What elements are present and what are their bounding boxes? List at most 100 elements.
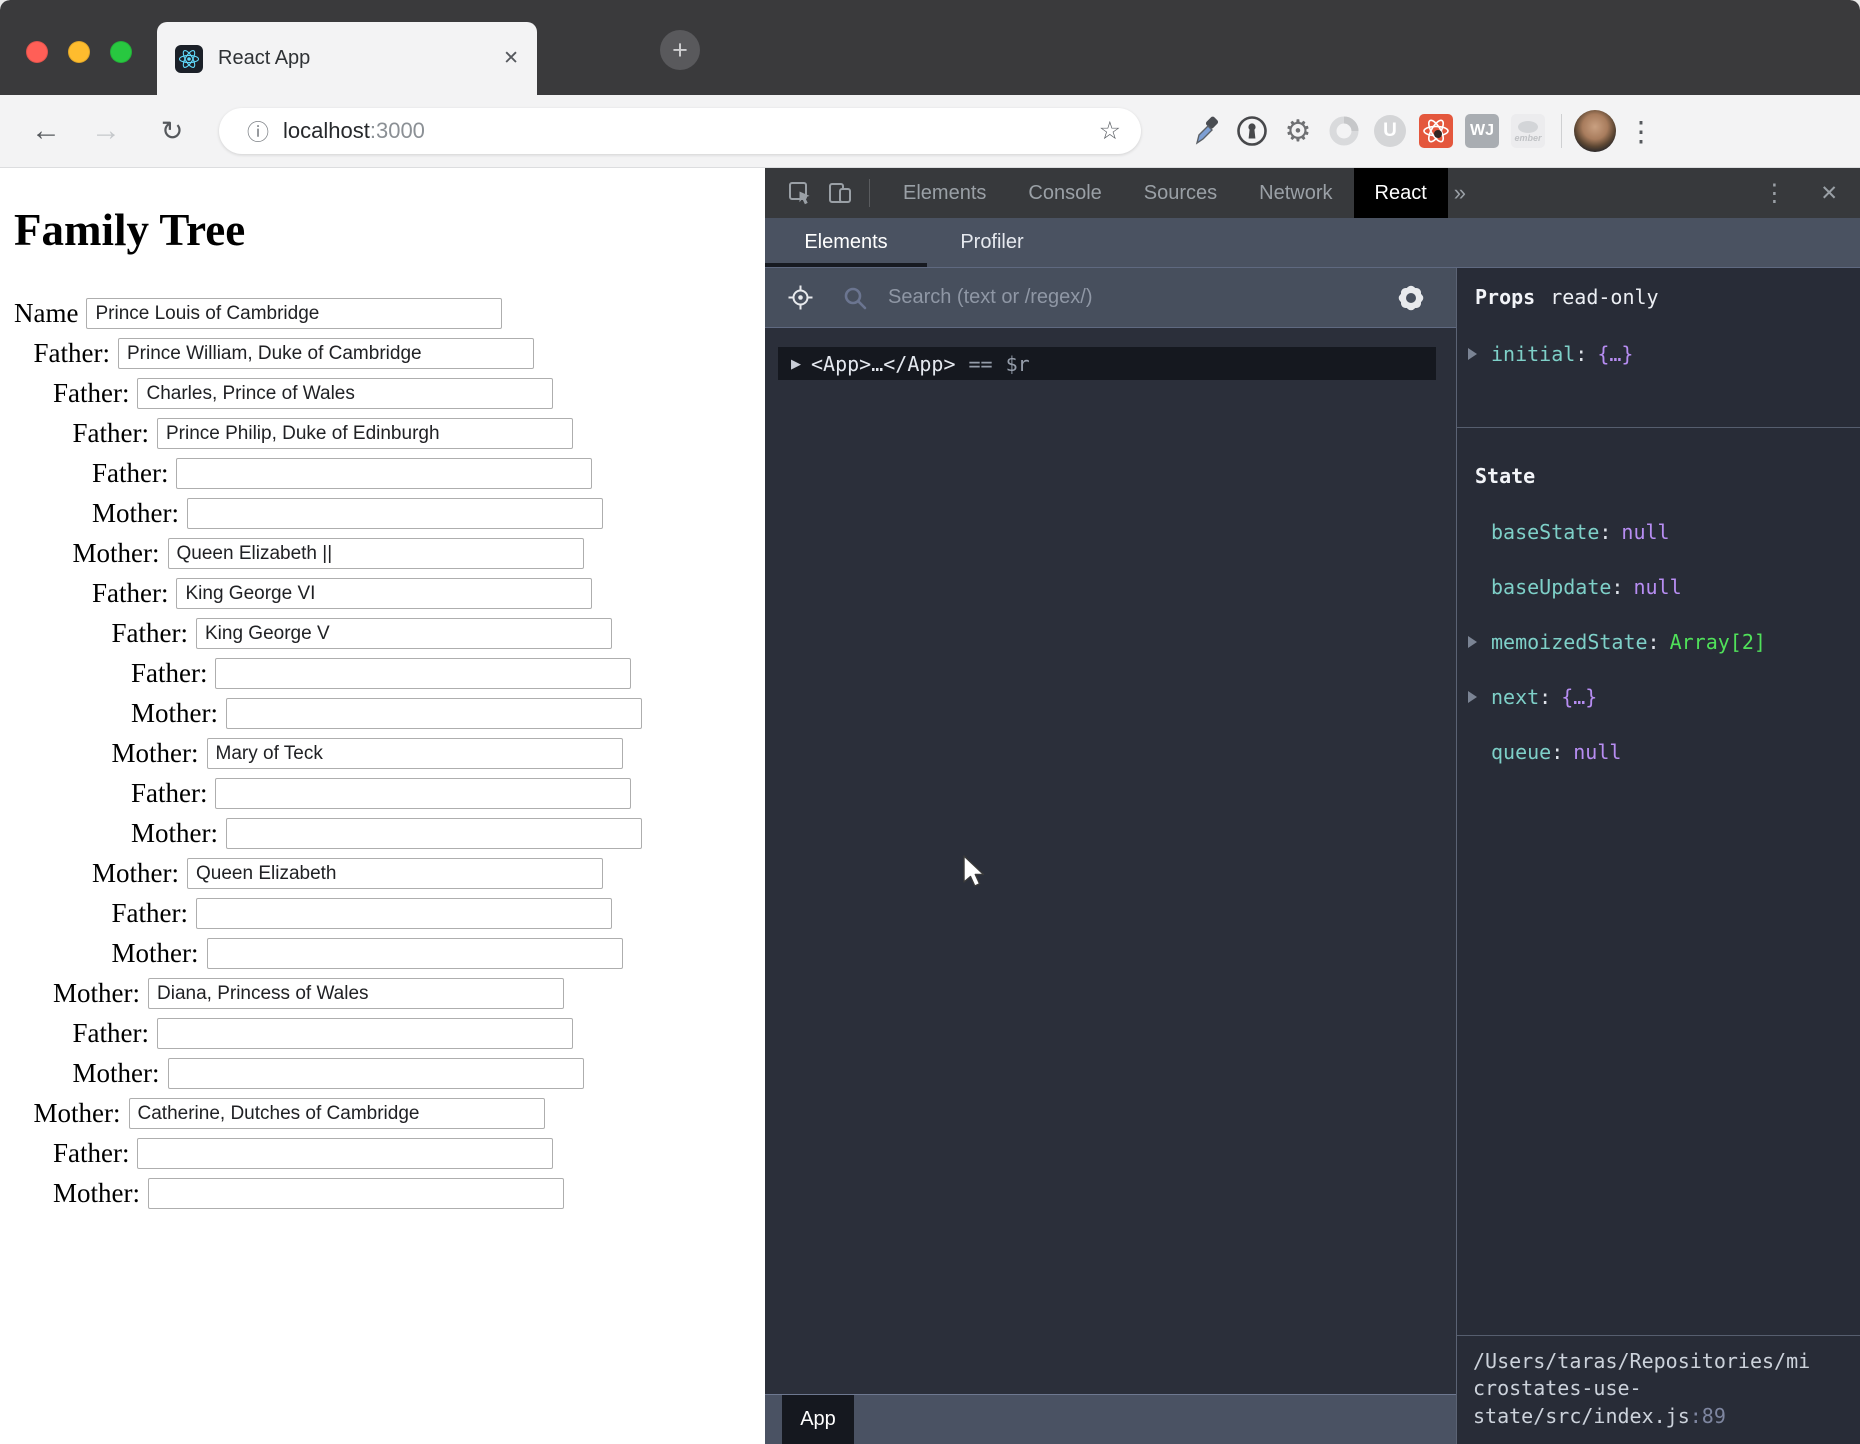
component-tag: <App>…</App> <box>811 352 956 376</box>
next-row[interactable]: next:{…} <box>1457 669 1860 724</box>
source-path-line: state/src/index.js:89 <box>1473 1403 1846 1431</box>
adblocker-gear-extension-icon[interactable]: ⚙ <box>1275 114 1321 149</box>
devtools-tab-sources[interactable]: Sources <box>1123 168 1238 218</box>
colon: : <box>1551 740 1563 764</box>
father-input[interactable] <box>176 458 592 489</box>
mother-label: Mother: <box>131 698 218 729</box>
person-field-row: Mother: <box>14 938 765 969</box>
father-input[interactable] <box>215 658 631 689</box>
father-input[interactable] <box>196 618 612 649</box>
react-subtab-elements[interactable]: Elements <box>765 218 927 267</box>
tab-close-icon[interactable]: ✕ <box>503 47 519 70</box>
expander-triangle-icon[interactable] <box>1468 636 1477 648</box>
initial-row[interactable]: initial:{…} <box>1457 326 1860 381</box>
onepassword-extension-icon[interactable] <box>1229 114 1275 148</box>
father-input[interactable] <box>196 898 612 929</box>
mother-input[interactable] <box>148 1178 564 1209</box>
name-input[interactable] <box>86 298 502 329</box>
component-tree: ▶ <App>…</App> == $r <box>765 328 1456 1394</box>
swirl-extension-icon[interactable] <box>1321 114 1367 148</box>
person-field-row: Father: <box>14 658 765 689</box>
mother-input[interactable] <box>207 738 623 769</box>
person-field-row: Mother: <box>14 538 765 569</box>
inspect-element-icon[interactable] <box>787 180 813 206</box>
expander-triangle-icon[interactable]: ▶ <box>791 356 801 372</box>
person-field-row: Father: <box>14 378 765 409</box>
father-input[interactable] <box>176 578 592 609</box>
person-field-row: Father: <box>14 1138 765 1169</box>
mother-label: Mother: <box>73 538 160 569</box>
father-input[interactable] <box>137 1138 553 1169</box>
expander-triangle-icon[interactable] <box>1468 348 1477 360</box>
father-input[interactable] <box>157 418 573 449</box>
mother-input[interactable] <box>187 858 603 889</box>
site-info-icon[interactable]: ⓘ <box>247 115 269 147</box>
search-icon <box>842 285 868 311</box>
devtools-tab-network[interactable]: Network <box>1238 168 1353 218</box>
eyedropper-extension-icon[interactable] <box>1183 115 1229 147</box>
devtools-tab-elements[interactable]: Elements <box>882 168 1007 218</box>
react-subtab-profiler[interactable]: Profiler <box>927 218 1057 267</box>
tab-title: React App <box>218 47 310 70</box>
window-close-button[interactable] <box>26 41 48 63</box>
react-devtools-extension-icon[interactable] <box>1413 114 1459 148</box>
colon: : <box>1599 520 1611 544</box>
mother-input[interactable] <box>207 938 623 969</box>
device-toolbar-icon[interactable] <box>827 180 853 206</box>
mother-input[interactable] <box>148 978 564 1009</box>
mother-input[interactable] <box>187 498 603 529</box>
bookmark-star-icon[interactable]: ☆ <box>1099 116 1121 146</box>
key-name: baseUpdate <box>1491 575 1611 599</box>
father-input[interactable] <box>157 1018 573 1049</box>
key-value: null <box>1621 520 1669 544</box>
colon: : <box>1575 342 1587 366</box>
expander-triangle-icon[interactable] <box>1468 691 1477 703</box>
react-tree-column: ▶ <App>…</App> == $r App <box>765 268 1457 1444</box>
father-input[interactable] <box>215 778 631 809</box>
devtools-close-icon[interactable]: ✕ <box>1820 181 1838 206</box>
mother-input[interactable] <box>226 818 642 849</box>
memoizedState-row[interactable]: memoizedState:Array[2] <box>1457 614 1860 669</box>
reload-button[interactable]: ↻ <box>152 95 192 167</box>
window-title-bar: React App ✕ + <box>0 0 1860 95</box>
settings-gear-icon[interactable] <box>1396 283 1426 313</box>
devtools-tab-react[interactable]: React <box>1354 168 1448 218</box>
mother-label: Mother: <box>92 858 179 889</box>
selected-component-row[interactable]: ▶ <App>…</App> == $r <box>778 347 1436 380</box>
father-input[interactable] <box>137 378 553 409</box>
window-minimize-button[interactable] <box>68 41 90 63</box>
mother-input[interactable] <box>129 1098 545 1129</box>
source-file-path[interactable]: /Users/taras/Repositories/microstates-us… <box>1457 1335 1860 1444</box>
key-name: memoizedState <box>1491 630 1648 654</box>
mother-input[interactable] <box>168 538 584 569</box>
queue-row: queue:null <box>1457 724 1860 779</box>
browser-tab[interactable]: React App ✕ <box>157 22 537 95</box>
person-field-row: Mother: <box>14 978 765 1009</box>
u-extension-icon[interactable]: U <box>1367 115 1413 147</box>
url-bar[interactable]: ⓘ localhost :3000 ☆ <box>219 108 1141 154</box>
search-input[interactable] <box>886 285 1396 310</box>
back-button[interactable]: ← <box>26 95 66 167</box>
mother-input[interactable] <box>226 698 642 729</box>
profile-avatar[interactable] <box>1572 110 1618 152</box>
father-input[interactable] <box>118 338 534 369</box>
browser-toolbar: ← → ↻ ⓘ localhost :3000 ☆ <box>0 95 1860 168</box>
mother-input[interactable] <box>168 1058 584 1089</box>
window-zoom-button[interactable] <box>110 41 132 63</box>
react-devtools-subtab-bar: ElementsProfiler <box>765 218 1860 268</box>
family-tree-page: Family Tree NameFather:Father:Father:Fat… <box>0 168 765 1444</box>
devtools-tabs: ElementsConsoleSourcesNetworkReact <box>882 168 1448 218</box>
forward-button[interactable]: → <box>86 95 126 167</box>
devtools-tab-console[interactable]: Console <box>1007 168 1122 218</box>
ember-extension-icon[interactable]: ember <box>1505 114 1551 148</box>
more-tabs-icon[interactable]: » <box>1454 180 1466 206</box>
new-tab-button[interactable]: + <box>660 30 700 70</box>
browser-menu-icon[interactable]: ⋮ <box>1618 115 1664 148</box>
react-search-bar <box>765 268 1456 328</box>
devtools-menu-icon[interactable]: ⋮ <box>1762 179 1786 208</box>
name-label: Name <box>14 298 78 329</box>
console-reference: $r <box>1006 352 1030 376</box>
select-element-locate-icon[interactable] <box>787 284 814 311</box>
wj-extension-icon[interactable]: WJ <box>1459 114 1505 148</box>
breadcrumb-app-tag[interactable]: App <box>782 1395 854 1444</box>
